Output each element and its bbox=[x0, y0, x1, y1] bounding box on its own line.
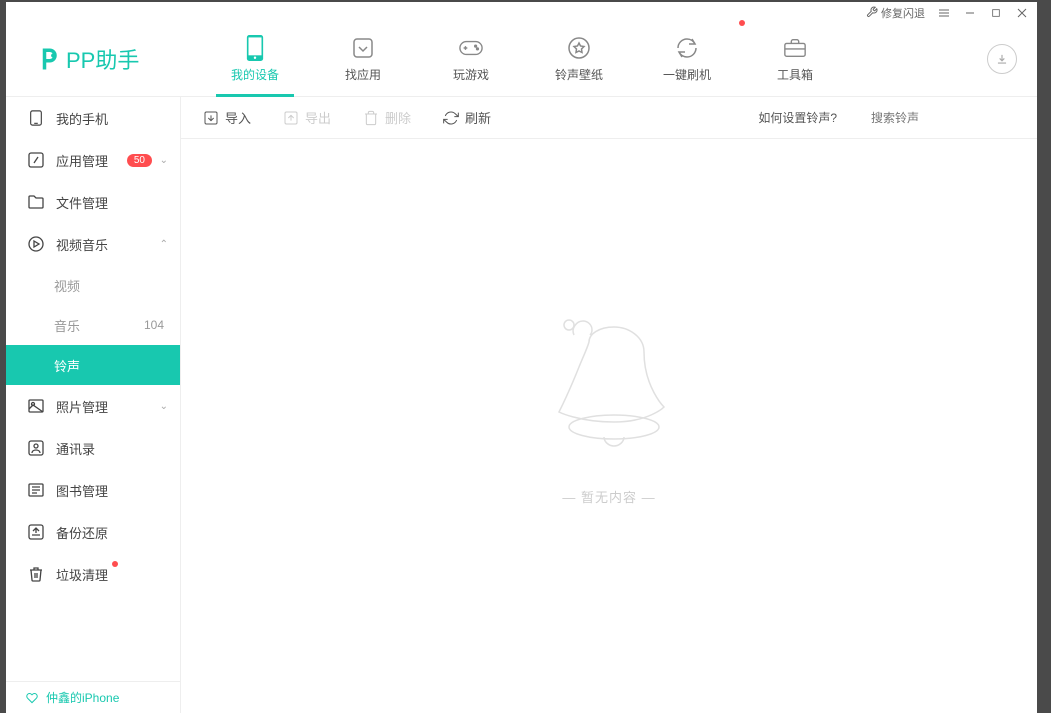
sidebar-item-label: 图书管理 bbox=[56, 481, 108, 500]
sidebar-item-label: 视频 bbox=[54, 276, 80, 295]
sidebar-item-4[interactable]: 视频 bbox=[6, 265, 180, 305]
nav-tab-2[interactable]: 玩游戏 bbox=[417, 22, 525, 97]
sidebar-item-7[interactable]: 照片管理 ⌄ bbox=[6, 385, 180, 427]
minimize-button[interactable] bbox=[963, 6, 977, 20]
downloads-button[interactable] bbox=[987, 44, 1017, 74]
sidebar-item-11[interactable]: 垃圾清理 bbox=[6, 553, 180, 595]
folder-icon bbox=[28, 194, 44, 210]
sidebar-item-label: 照片管理 bbox=[56, 397, 108, 416]
notification-dot bbox=[112, 561, 118, 567]
fix-crash-label: 修复闪退 bbox=[881, 5, 925, 21]
chevron-up-icon: ⌃ bbox=[160, 239, 168, 250]
game-icon bbox=[459, 36, 483, 60]
phone-sm-icon bbox=[28, 110, 44, 126]
nav-tab-label: 工具箱 bbox=[777, 66, 813, 83]
empty-text: — 暂无内容 — bbox=[562, 487, 655, 506]
nav-tab-label: 一键刷机 bbox=[663, 66, 711, 83]
star-icon bbox=[567, 36, 591, 60]
sidebar-item-label: 文件管理 bbox=[56, 193, 108, 212]
maximize-button[interactable] bbox=[989, 6, 1003, 20]
sidebar-item-label: 音乐 bbox=[54, 316, 80, 335]
device-footer[interactable]: 仲鑫的iPhone bbox=[6, 681, 180, 713]
reload-icon bbox=[675, 36, 699, 60]
count: 104 bbox=[144, 318, 164, 332]
nav-tab-label: 找应用 bbox=[345, 66, 381, 83]
logo-text: PP助手 bbox=[66, 43, 139, 75]
logo-icon bbox=[34, 45, 62, 73]
apps-icon bbox=[28, 152, 44, 168]
play-icon bbox=[28, 236, 44, 252]
empty-state: — 暂无内容 — bbox=[181, 99, 1037, 713]
sidebar-item-label: 通讯录 bbox=[56, 439, 95, 458]
backup-icon bbox=[28, 524, 44, 540]
image-icon bbox=[28, 398, 44, 414]
down-box-icon bbox=[351, 36, 375, 60]
sidebar: 我的手机应用管理50⌄文件管理视频音乐⌃视频音乐104铃声照片管理⌄通讯录图书管… bbox=[6, 97, 181, 713]
badge: 50 bbox=[127, 154, 152, 167]
sidebar-item-label: 应用管理 bbox=[56, 151, 108, 170]
menu-button[interactable] bbox=[937, 6, 951, 20]
header-right bbox=[967, 44, 1037, 74]
nav-tab-3[interactable]: 铃声壁纸 bbox=[525, 22, 633, 97]
sidebar-item-3[interactable]: 视频音乐 ⌃ bbox=[6, 223, 180, 265]
bell-icon bbox=[529, 307, 689, 457]
fix-crash-button[interactable]: 修复闪退 bbox=[866, 5, 925, 21]
close-button[interactable] bbox=[1015, 6, 1029, 20]
sidebar-item-label: 备份还原 bbox=[56, 523, 108, 542]
titlebar: 修复闪退 bbox=[6, 2, 1037, 22]
sidebar-item-10[interactable]: 备份还原 bbox=[6, 511, 180, 553]
nav-tab-label: 铃声壁纸 bbox=[555, 66, 603, 83]
chevron-down-icon: ⌄ bbox=[160, 155, 168, 166]
sidebar-item-0[interactable]: 我的手机 bbox=[6, 97, 180, 139]
heart-icon bbox=[26, 692, 38, 704]
nav-tab-label: 玩游戏 bbox=[453, 66, 489, 83]
sidebar-item-label: 垃圾清理 bbox=[56, 565, 108, 584]
sidebar-item-1[interactable]: 应用管理 50 ⌄ bbox=[6, 139, 180, 181]
sidebar-item-6[interactable]: 铃声 bbox=[6, 345, 180, 385]
sidebar-item-label: 我的手机 bbox=[56, 109, 108, 128]
content: 导入 导出 删除 刷新 如何设置铃声? bbox=[181, 97, 1037, 713]
header: PP助手 我的设备 找应用 玩游戏 铃声壁纸 一键刷机 工具箱 bbox=[6, 22, 1037, 97]
contact-icon bbox=[28, 440, 44, 456]
sidebar-item-label: 视频音乐 bbox=[56, 235, 108, 254]
device-name: 仲鑫的iPhone bbox=[46, 689, 119, 706]
nav-tab-5[interactable]: 工具箱 bbox=[741, 22, 849, 97]
book-icon bbox=[28, 482, 44, 498]
sidebar-item-9[interactable]: 图书管理 bbox=[6, 469, 180, 511]
wrench-icon bbox=[866, 6, 878, 21]
chevron-down-icon: ⌄ bbox=[160, 401, 168, 412]
phone-icon bbox=[243, 36, 267, 60]
logo[interactable]: PP助手 bbox=[6, 43, 181, 75]
nav-tab-label: 我的设备 bbox=[231, 66, 279, 83]
trash-icon bbox=[28, 566, 44, 582]
nav-tab-0[interactable]: 我的设备 bbox=[201, 22, 309, 97]
toolbox-icon bbox=[783, 36, 807, 60]
nav-tabs: 我的设备 找应用 玩游戏 铃声壁纸 一键刷机 工具箱 bbox=[181, 22, 967, 97]
sidebar-item-2[interactable]: 文件管理 bbox=[6, 181, 180, 223]
nav-tab-1[interactable]: 找应用 bbox=[309, 22, 417, 97]
sidebar-item-8[interactable]: 通讯录 bbox=[6, 427, 180, 469]
sidebar-item-label: 铃声 bbox=[54, 356, 80, 375]
nav-tab-4[interactable]: 一键刷机 bbox=[633, 22, 741, 97]
sidebar-item-5[interactable]: 音乐 104 bbox=[6, 305, 180, 345]
